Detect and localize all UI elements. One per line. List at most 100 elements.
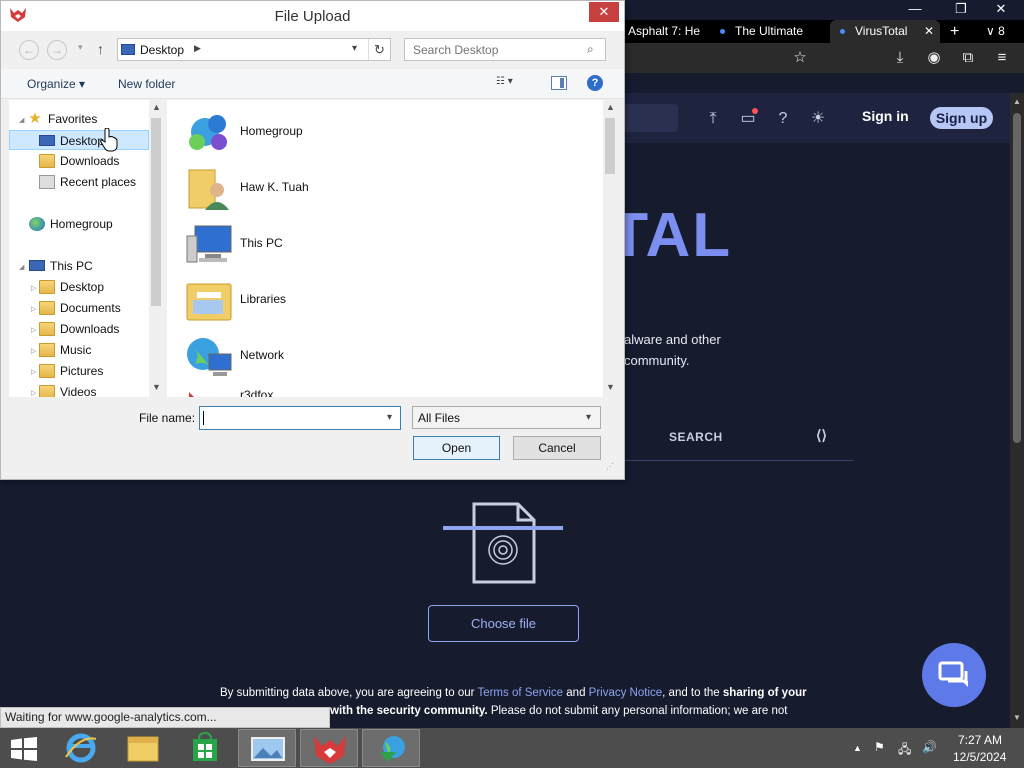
scroll-thumb[interactable] — [151, 118, 161, 306]
file-name-input[interactable] — [200, 407, 382, 429]
choose-file-button[interactable]: Choose file — [428, 605, 579, 642]
tree-item-documents[interactable]: Documents — [39, 298, 121, 318]
scroll-down-icon[interactable]: ▼ — [1010, 713, 1024, 722]
menu-icon[interactable]: ≡ — [992, 48, 1012, 68]
up-arrow-icon[interactable]: ↑ — [97, 41, 104, 57]
view-options-icon[interactable]: ☷ ▾ — [496, 76, 532, 92]
scroll-down-icon[interactable]: ▼ — [149, 382, 164, 392]
action-center-flag-icon[interactable]: ⚑ — [874, 740, 885, 754]
scroll-down-icon[interactable]: ▼ — [603, 382, 618, 392]
chevron-down-icon[interactable]: ▾ — [352, 43, 357, 54]
collapsed-triangle-icon[interactable]: ▷ — [31, 347, 36, 355]
list-item[interactable]: Libraries — [185, 274, 485, 326]
clock-date[interactable]: 12/5/2024 — [953, 750, 1006, 764]
sign-in-link[interactable]: Sign in — [862, 108, 909, 124]
show-hidden-icons-icon[interactable]: ▲ — [853, 743, 862, 753]
download-manager-icon[interactable] — [362, 729, 420, 767]
resize-grip-icon[interactable]: ⋰ — [606, 462, 614, 471]
chevron-down-icon[interactable]: ▾ — [387, 412, 392, 423]
browser-tab[interactable]: Asphalt 7: He — [628, 20, 718, 43]
browser-tab[interactable]: The Ultimate — [720, 20, 824, 43]
tree-item-recent-places[interactable]: Recent places — [39, 172, 136, 192]
upload-icon[interactable]: ⤒ — [702, 108, 724, 130]
search-box[interactable]: ⌕ — [404, 38, 606, 61]
file-type-select[interactable]: All Files ▾ — [412, 406, 601, 429]
tree-item-homegroup[interactable]: Homegroup — [29, 214, 113, 234]
sign-up-button[interactable]: Sign up — [930, 107, 993, 129]
tree-item-videos[interactable]: Videos — [39, 382, 96, 397]
nav-pane-scrollbar[interactable]: ▲ ▼ — [149, 100, 164, 397]
refresh-icon[interactable]: ↻ — [368, 39, 390, 60]
terms-of-service-link[interactable]: Terms of Service — [477, 687, 563, 699]
window-close-icon[interactable]: ✕ — [986, 0, 1016, 18]
tree-item-music[interactable]: Music — [39, 340, 91, 360]
bookmark-star-icon[interactable]: ☆ — [790, 48, 810, 68]
chat-icon[interactable] — [922, 643, 986, 707]
list-item[interactable]: Haw K. Tuah — [185, 162, 485, 214]
volume-icon[interactable]: 🔊 — [922, 740, 937, 754]
recent-locations-chevron-icon[interactable]: ▾ — [78, 42, 83, 53]
open-button[interactable]: Open — [413, 436, 500, 460]
tree-item-downloads[interactable]: Downloads — [39, 151, 119, 171]
search-input[interactable] — [405, 39, 581, 60]
collapsed-triangle-icon[interactable]: ▷ — [31, 368, 36, 376]
browser-tab-active[interactable]: VirusTotal ✕ — [830, 20, 940, 43]
account-icon[interactable]: ◉ — [924, 48, 944, 68]
download-icon[interactable]: ⤓ — [890, 48, 910, 68]
new-tab-icon[interactable]: + — [950, 20, 966, 43]
help-icon[interactable]: ? — [587, 75, 603, 91]
privacy-notice-link[interactable]: Privacy Notice — [589, 687, 663, 699]
r3dfox-browser-icon[interactable] — [300, 729, 358, 767]
collapsed-triangle-icon[interactable]: ▷ — [31, 326, 36, 334]
tab-list-button[interactable]: ∨ 8 — [986, 20, 1016, 43]
tab-search[interactable]: SEARCH — [669, 430, 723, 444]
tree-item-downloads[interactable]: Downloads — [39, 319, 119, 339]
collapsed-triangle-icon[interactable]: ▷ — [31, 305, 36, 313]
tree-item-favorites[interactable]: ★ Favorites — [27, 109, 97, 129]
collapsed-triangle-icon[interactable]: ▷ — [31, 389, 36, 397]
clock-time[interactable]: 7:27 AM — [958, 733, 1002, 747]
tree-item-desktop[interactable]: Desktop — [9, 130, 149, 150]
preview-pane-icon[interactable] — [551, 76, 567, 90]
internet-explorer-icon[interactable] — [52, 729, 110, 767]
cancel-button[interactable]: Cancel — [513, 436, 601, 460]
tab-close-icon[interactable]: ✕ — [924, 20, 934, 43]
scroll-thumb[interactable] — [1013, 113, 1021, 443]
dialog-titlebar[interactable]: File Upload ✕ — [1, 1, 624, 31]
dialog-close-button[interactable]: ✕ — [589, 2, 619, 22]
scroll-up-icon[interactable]: ▲ — [149, 102, 164, 112]
notifications-icon[interactable]: ▭ — [737, 108, 759, 130]
forward-button[interactable]: → — [47, 40, 67, 60]
tree-item-pictures[interactable]: Pictures — [39, 361, 103, 381]
restore-icon[interactable]: ❐ — [946, 0, 976, 18]
organize-button[interactable]: Organize ▾ — [27, 77, 85, 91]
list-item[interactable]: This PC — [185, 218, 485, 270]
file-list-scrollbar[interactable]: ▲ ▼ — [603, 100, 618, 397]
list-item[interactable]: Network — [185, 330, 485, 382]
network-status-icon[interactable]: 🖧 — [898, 740, 911, 761]
scroll-up-icon[interactable]: ▲ — [1010, 97, 1024, 106]
back-button[interactable]: ← — [19, 40, 39, 60]
list-item[interactable]: Homegroup — [185, 106, 485, 158]
tree-item-this-pc[interactable]: This PC — [29, 256, 93, 276]
list-item[interactable]: r3dfox — [185, 382, 485, 397]
breadcrumb-chevron-icon[interactable]: ▶ — [194, 43, 201, 54]
breadcrumb-desktop[interactable]: Desktop — [140, 43, 184, 57]
file-name-combobox[interactable]: ▾ — [199, 406, 401, 430]
address-bar[interactable]: Desktop ▶ ▾ ↻ — [117, 38, 391, 61]
api-code-icon[interactable]: ⟨⟩ — [816, 427, 827, 444]
photo-viewer-icon[interactable] — [238, 729, 296, 767]
scroll-thumb[interactable] — [605, 118, 615, 174]
tree-item-desktop[interactable]: Desktop — [39, 277, 104, 297]
help-icon[interactable]: ? — [772, 108, 794, 130]
minimize-icon[interactable]: — — [900, 0, 930, 18]
scroll-up-icon[interactable]: ▲ — [603, 102, 618, 112]
windows-start-icon[interactable] — [10, 737, 38, 761]
page-scrollbar[interactable]: ▲ ▼ — [1010, 93, 1024, 728]
theme-toggle-icon[interactable]: ☀ — [807, 108, 829, 130]
expand-triangle-icon[interactable]: ◢ — [19, 263, 24, 271]
collapsed-triangle-icon[interactable]: ▷ — [31, 284, 36, 292]
expand-triangle-icon[interactable]: ◢ — [19, 116, 24, 124]
store-icon[interactable] — [176, 729, 234, 767]
extensions-icon[interactable]: ⧉ — [958, 48, 978, 68]
